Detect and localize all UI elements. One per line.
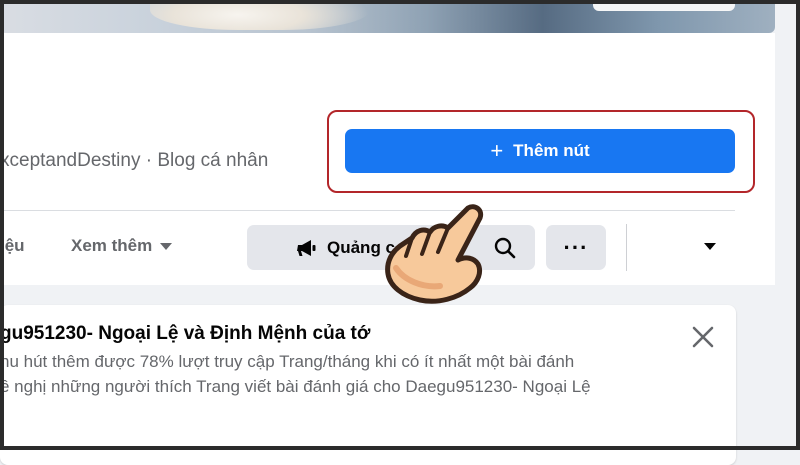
page-background bbox=[775, 0, 800, 450]
chevron-down-icon bbox=[160, 242, 173, 250]
action-separator bbox=[626, 224, 627, 271]
page-meta-text: xceptandDestiny · Blog cá nhân bbox=[0, 150, 269, 171]
dropdown-caret-icon[interactable] bbox=[704, 243, 716, 250]
ellipsis-icon: ··· bbox=[563, 234, 589, 260]
card-text-line-1: hu hút thêm được 78% lượt truy cập Trang… bbox=[0, 352, 575, 371]
more-options-button[interactable]: ··· bbox=[546, 225, 606, 270]
tab-partial[interactable]: iệu bbox=[0, 236, 25, 256]
cover-artwork bbox=[150, 0, 370, 30]
tab-more-label: Xem thêm bbox=[71, 236, 153, 255]
megaphone-icon bbox=[297, 239, 316, 256]
pointing-hand-icon bbox=[385, 204, 484, 304]
add-button[interactable]: + Thêm nút bbox=[345, 129, 735, 173]
close-icon[interactable] bbox=[688, 322, 718, 352]
card-text-line-2: ề nghị những người thích Trang viết bài … bbox=[0, 377, 591, 396]
plus-icon: + bbox=[490, 138, 504, 163]
add-button-label: Thêm nút bbox=[513, 141, 590, 160]
edit-cover-button[interactable] bbox=[593, 0, 735, 11]
header-divider bbox=[0, 210, 735, 211]
cover-photo bbox=[0, 0, 775, 33]
tab-more[interactable]: Xem thêm bbox=[71, 236, 173, 256]
card-title: gu951230- Ngoại Lệ và Định Mệnh của tớ bbox=[0, 323, 371, 344]
suggestion-card: gu951230- Ngoại Lệ và Định Mệnh của tớ h… bbox=[0, 305, 736, 465]
